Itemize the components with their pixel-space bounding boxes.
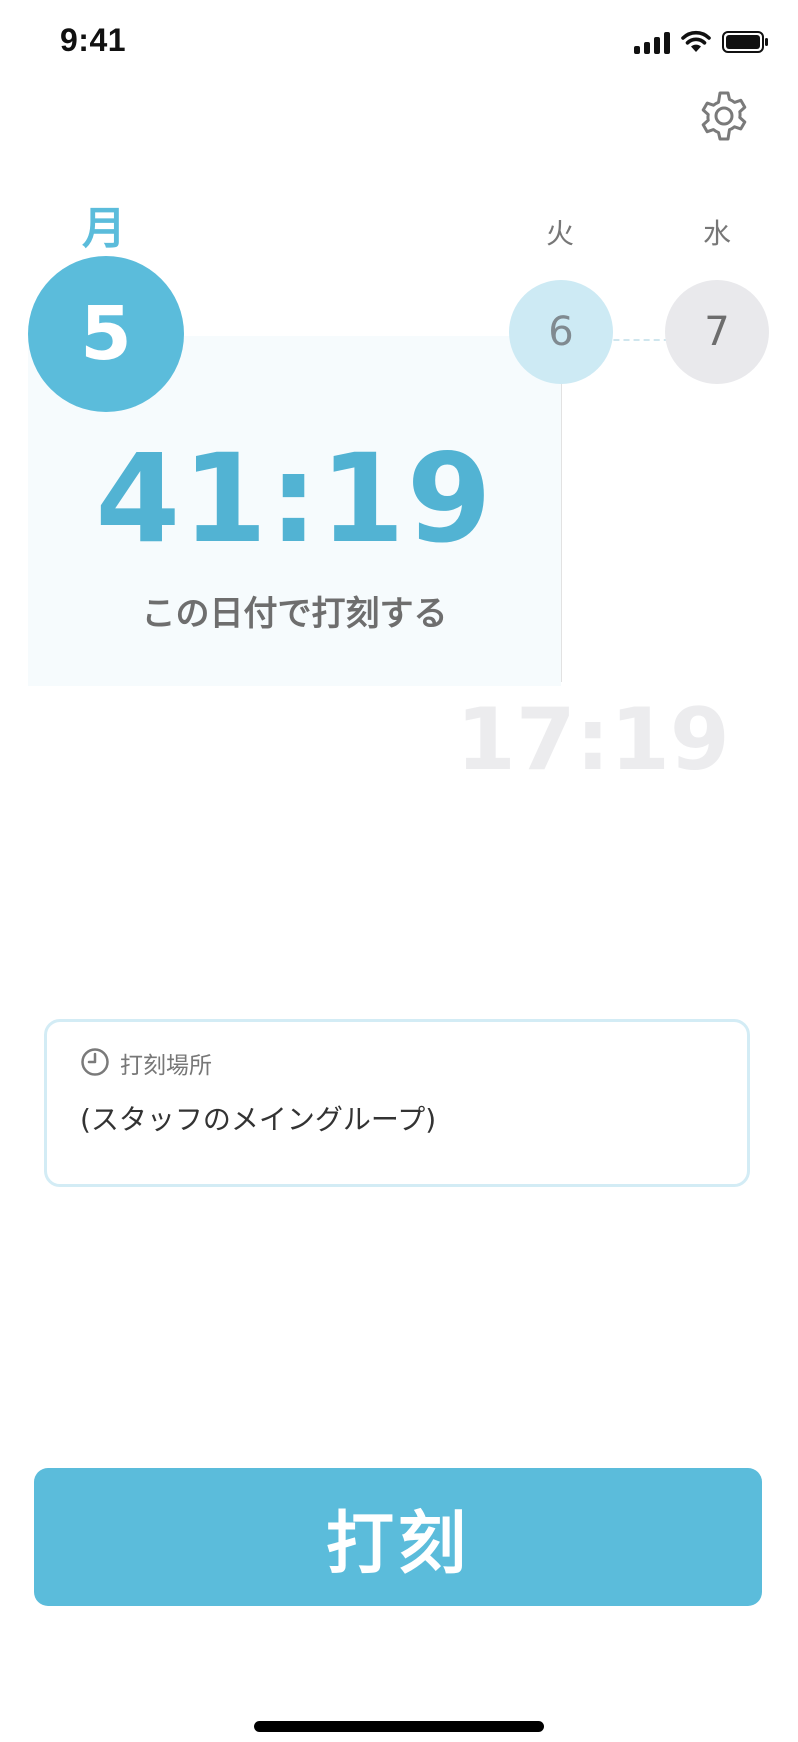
clock-icon	[81, 1048, 109, 1076]
location-label: 打刻場所	[120, 1053, 212, 1079]
wifi-icon	[681, 30, 711, 52]
next-day-time: 17:19	[456, 690, 730, 790]
battery-icon	[722, 31, 768, 53]
weekday-label-tue: 火	[546, 217, 575, 250]
day-circle-wed[interactable]: 7	[665, 280, 769, 384]
gear-icon	[701, 91, 747, 141]
day-circle-tue[interactable]: 6	[509, 280, 613, 384]
home-indicator	[254, 1721, 544, 1732]
status-icons	[634, 30, 770, 54]
panel-divider	[561, 382, 562, 682]
day-circle-active[interactable]: 5	[28, 256, 184, 412]
settings-button[interactable]	[698, 90, 750, 142]
punch-button[interactable]: 打刻	[34, 1468, 762, 1606]
cellular-signal-icon	[634, 30, 670, 54]
location-value: (スタッフのメイングループ)	[80, 1103, 437, 1136]
main-time: 41:19	[95, 428, 494, 570]
status-time: 9:41	[60, 22, 127, 58]
weekday-label-wed: 水	[703, 217, 732, 250]
weekday-label-active: 月	[82, 203, 126, 254]
punch-with-date-label[interactable]: この日付で打刻する	[28, 586, 561, 635]
